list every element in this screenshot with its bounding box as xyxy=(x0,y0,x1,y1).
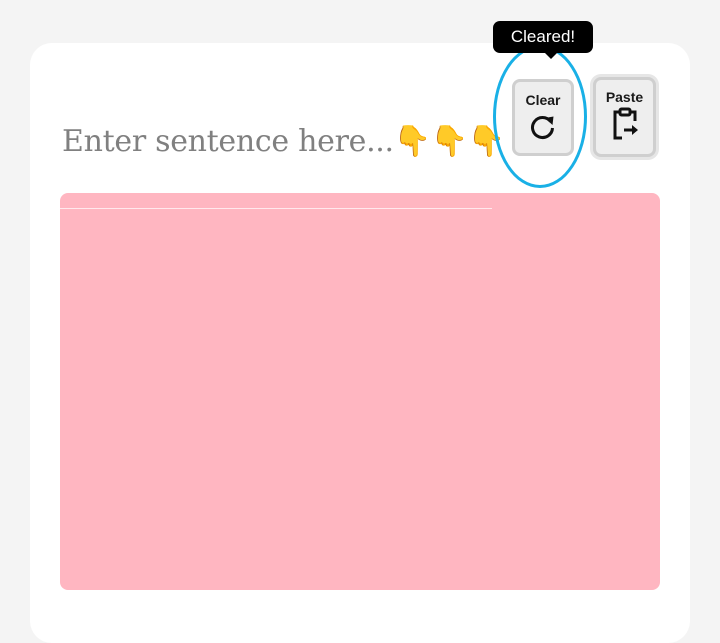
textarea-divider xyxy=(60,208,492,209)
clear-button[interactable]: Clear xyxy=(512,79,574,156)
pointing-down-emoji-icon: 👇👇👇 xyxy=(393,124,505,159)
paste-button[interactable]: Paste xyxy=(593,77,656,157)
paste-button-label: Paste xyxy=(605,89,644,105)
prompt-text: Enter sentence here... xyxy=(62,124,394,159)
cleared-tooltip: Cleared! xyxy=(493,21,593,53)
clipboard-paste-icon xyxy=(613,107,638,140)
clear-button-label: Clear xyxy=(525,92,561,108)
sentence-prompt: Enter sentence here...👇👇👇 xyxy=(62,124,505,159)
refresh-icon xyxy=(531,116,554,140)
sentence-input[interactable] xyxy=(60,193,660,590)
tooltip-arrow xyxy=(544,52,558,59)
